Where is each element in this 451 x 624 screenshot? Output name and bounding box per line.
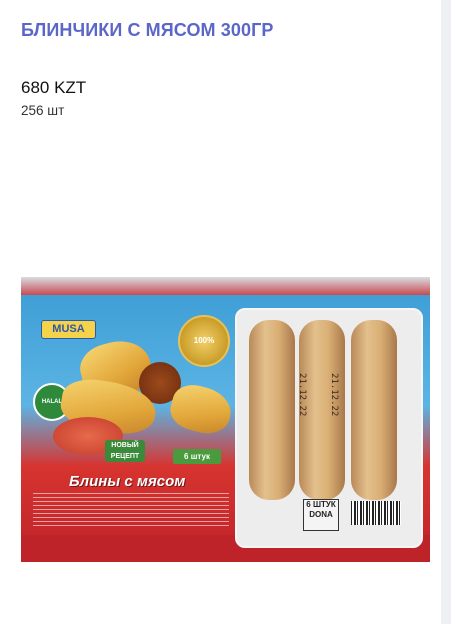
product-image[interactable]: MUSA 100% HALAL НОВЫЙ РЕЦЕПТ 6 штук Блин… xyxy=(21,277,430,562)
count-label-box: 6 ШТУК DONA xyxy=(303,499,339,531)
quality-seal: 100% xyxy=(178,315,230,367)
pancake-roll xyxy=(351,320,397,500)
package-product-name: Блины с мясом xyxy=(69,473,186,490)
product-title: БЛИНЧИКИ С МЯСОМ 300ГР xyxy=(21,20,274,40)
date-stamp: 21.12.22 xyxy=(297,373,307,417)
brand-logo: MUSA xyxy=(41,320,96,339)
package-fine-print xyxy=(33,493,229,529)
barcode xyxy=(351,501,401,525)
product-price: 680 KZT xyxy=(21,78,87,97)
new-recipe-badge: НОВЫЙ РЕЦЕПТ xyxy=(105,440,145,462)
product-stock: 256 шт xyxy=(21,103,65,118)
count-badge: 6 штук xyxy=(173,449,221,464)
date-stamp: 21.12.22 xyxy=(329,373,339,417)
right-edge-strip xyxy=(441,0,451,624)
pancake-roll xyxy=(249,320,295,500)
